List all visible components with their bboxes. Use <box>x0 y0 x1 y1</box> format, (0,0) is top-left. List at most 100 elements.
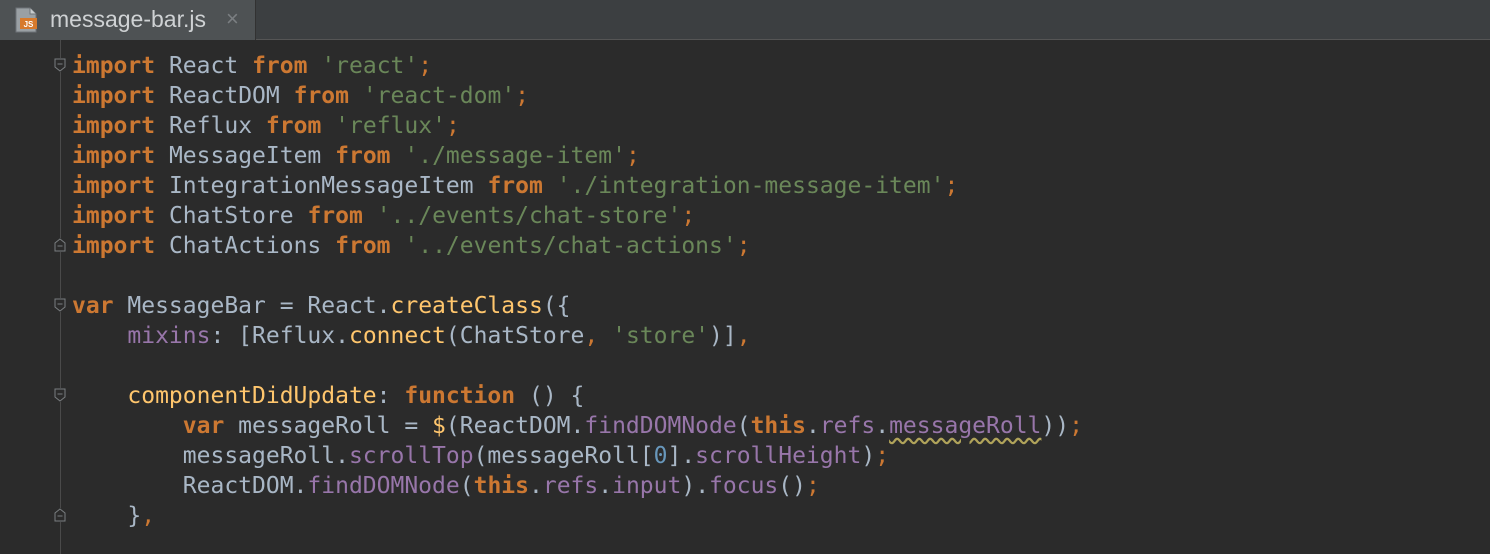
code-line-12[interactable]: componentDidUpdate: function () { <box>72 381 584 411</box>
keyword: from <box>252 53 308 79</box>
editor-tab-bar: JS message-bar.js × <box>0 0 1490 40</box>
code-line-15[interactable]: ReactDOM.findDOMNode(this.refs.input).fo… <box>72 471 820 501</box>
string-literal: 'react-dom' <box>362 83 516 109</box>
code-text: ReactDOM. <box>182 473 308 499</box>
semicolon: ; <box>445 113 460 139</box>
code-text: () { <box>515 383 585 409</box>
code-text: ]. <box>667 443 696 469</box>
tab-message-bar-js[interactable]: JS message-bar.js × <box>0 0 256 40</box>
code-text: )) <box>1041 413 1070 439</box>
code-text: ( <box>736 413 751 439</box>
semicolon: ; <box>806 473 820 499</box>
code-line-13[interactable]: var messageRoll = $(ReactDOM.findDOMNode… <box>72 411 1083 441</box>
string-literal: './message-item' <box>404 143 626 169</box>
property-name: scrollHeight <box>695 443 862 469</box>
method-call: createClass <box>390 293 543 319</box>
comma: , <box>584 323 599 349</box>
semicolon: ; <box>515 83 530 109</box>
code-line-14[interactable]: messageRoll.scrollTop(messageRoll[0].scr… <box>72 441 889 471</box>
fold-open-icon[interactable] <box>54 58 66 72</box>
property-name-warning: messageRoll <box>889 413 1042 439</box>
code-line-4[interactable]: import MessageItem from './message-item'… <box>72 141 640 171</box>
property-name: refs <box>819 413 876 439</box>
keyword: function <box>404 383 516 409</box>
identifier: React <box>168 53 239 79</box>
code-editor[interactable]: import React from 'react'; import ReactD… <box>0 40 1490 554</box>
method-name: componentDidUpdate <box>127 383 377 409</box>
code-text: () <box>778 473 806 499</box>
close-tab-icon[interactable]: × <box>226 6 239 32</box>
code-text: ). <box>681 473 710 499</box>
code-line-3[interactable]: import Reflux from 'reflux'; <box>72 111 460 141</box>
string-literal: 'store' <box>598 323 710 349</box>
keyword: import <box>72 53 156 79</box>
method-call: scrollTop <box>348 443 474 469</box>
identifier: MessageItem <box>168 143 322 169</box>
comma: , <box>141 503 156 529</box>
identifier: ChatStore <box>168 203 294 229</box>
code-line-6[interactable]: import ChatStore from '../events/chat-st… <box>72 201 695 231</box>
keyword: import <box>72 143 156 169</box>
keyword: from <box>293 83 349 109</box>
code-line-16[interactable]: }, <box>72 501 155 531</box>
fold-close-icon[interactable] <box>54 238 66 252</box>
code-text: (messageRoll[ <box>473 443 654 469</box>
keyword: import <box>72 83 156 109</box>
property-name: mixins <box>127 323 211 349</box>
keyword: var <box>182 413 225 439</box>
code-text: messageRoll. <box>182 443 349 469</box>
fold-open-icon[interactable] <box>54 388 66 402</box>
keyword: this <box>473 473 529 499</box>
method-call: findDOMNode <box>584 413 737 439</box>
code-line-1[interactable]: import React from 'react'; <box>72 51 432 81</box>
gutter-divider <box>60 40 61 554</box>
code-line-10[interactable]: mixins: [Reflux.connect(ChatStore, 'stor… <box>72 321 751 351</box>
number-literal: 0 <box>653 443 668 469</box>
semicolon: ; <box>418 53 433 79</box>
semicolon: ; <box>681 203 696 229</box>
javascript-file-icon: JS <box>14 7 38 33</box>
code-text: (ReactDOM. <box>445 413 585 439</box>
keyword: import <box>72 203 156 229</box>
fold-open-icon[interactable] <box>54 298 66 312</box>
property-name: refs <box>542 473 599 499</box>
keyword: from <box>487 173 543 199</box>
identifier: ReactDOM <box>168 83 280 109</box>
method-call: findDOMNode <box>307 473 460 499</box>
code-text: : <box>376 383 405 409</box>
string-literal: 'react' <box>321 53 419 79</box>
code-text: (ChatStore <box>445 323 585 349</box>
code-line-2[interactable]: import ReactDOM from 'react-dom'; <box>72 81 529 111</box>
keyword: from <box>335 143 391 169</box>
code-text: messageRoll = <box>224 413 433 439</box>
keyword: from <box>307 203 363 229</box>
semicolon: ; <box>736 233 751 259</box>
semicolon: ; <box>875 443 890 469</box>
string-literal: './integration-message-item' <box>556 173 945 199</box>
code-text: . <box>598 473 613 499</box>
fold-close-icon[interactable] <box>54 508 66 522</box>
identifier: IntegrationMessageItem <box>168 173 474 199</box>
method-call: focus <box>709 473 779 499</box>
code-text: ( <box>459 473 474 499</box>
keyword: var <box>72 293 114 319</box>
tab-filename: message-bar.js <box>50 6 206 32</box>
code-line-7[interactable]: import ChatActions from '../events/chat-… <box>72 231 751 261</box>
code-line-5[interactable]: import IntegrationMessageItem from './in… <box>72 171 958 201</box>
keyword: import <box>72 233 156 259</box>
code-text: . <box>875 413 890 439</box>
string-literal: '../events/chat-store' <box>376 203 682 229</box>
comma: , <box>736 323 751 349</box>
code-text: . <box>805 413 820 439</box>
code-text: . <box>528 473 543 499</box>
semicolon: ; <box>625 143 640 169</box>
semicolon: ; <box>1069 413 1083 439</box>
identifier: ChatActions <box>168 233 322 259</box>
code-text: ) <box>861 443 876 469</box>
code-line-9[interactable]: var MessageBar = React.createClass({ <box>72 291 571 321</box>
string-literal: 'reflux' <box>335 113 446 139</box>
